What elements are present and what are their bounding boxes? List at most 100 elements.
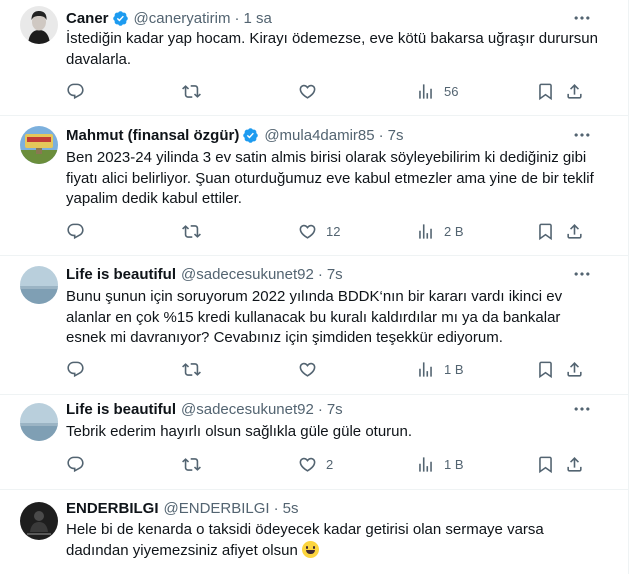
avatar[interactable] (20, 502, 58, 540)
avatar[interactable] (20, 6, 58, 44)
views-button[interactable]: 56 (416, 81, 458, 101)
author-handle[interactable]: @caneryatirim (134, 10, 231, 27)
separator-dot: · (317, 400, 323, 418)
more-options-icon[interactable] (572, 125, 592, 145)
author-handle[interactable]: @ENDERBILGI (164, 500, 270, 517)
tweet-header: Life is beautiful @sadecesukunet92 · 7s (66, 264, 588, 284)
tweet-text: Ben 2023-24 yilinda 3 ev satin almis bir… (66, 149, 594, 207)
views-button[interactable]: 2 B (416, 221, 464, 241)
retweet-icon (182, 360, 201, 379)
reply-feed: Caner @caneryatirim · 1 sa İstediğin kad… (0, 0, 629, 574)
bookmark-icon (536, 455, 555, 474)
avatar[interactable] (20, 126, 58, 164)
heart-icon (298, 82, 317, 101)
reply-icon (66, 455, 85, 474)
retweet-button[interactable] (182, 454, 210, 474)
reply-button[interactable] (66, 81, 94, 101)
tweet-header: ENDERBILGI @ENDERBILGI · 5s (66, 498, 588, 518)
tweet-text: Tebrik ederim hayırlı olsun sağlıkla gül… (66, 423, 413, 440)
retweet-button[interactable] (182, 359, 210, 379)
bookmark-icon (536, 82, 555, 101)
like-button[interactable]: 2 (298, 454, 333, 474)
tweet-text: Hele bi de kenarda o taksidi ödeyecek ka… (66, 520, 598, 561)
tweet-header: Caner @caneryatirim · 1 sa (66, 8, 588, 28)
more-options-icon[interactable] (572, 399, 592, 419)
share-button[interactable] (565, 454, 584, 474)
retweet-button[interactable] (182, 81, 210, 101)
more-options-icon[interactable] (572, 8, 592, 28)
heart-icon (298, 360, 317, 379)
retweet-icon (182, 222, 201, 241)
bookmark-button[interactable] (536, 454, 555, 474)
separator-dot: · (317, 265, 323, 283)
grinning-face-emoji-icon (301, 540, 319, 558)
views-chart-icon (416, 222, 435, 241)
author-handle[interactable]: @mula4damir85 (264, 127, 374, 144)
bookmark-button[interactable] (536, 221, 555, 241)
reply-button[interactable] (66, 454, 94, 474)
action-bar: 12 2 B (66, 221, 586, 241)
like-button[interactable] (298, 359, 326, 379)
reply-tweet[interactable]: Caner @caneryatirim · 1 sa İstediğin kad… (0, 0, 628, 116)
like-button[interactable]: 12 (298, 221, 340, 241)
bookmark-button[interactable] (536, 81, 555, 101)
timestamp[interactable]: 5s (283, 500, 299, 517)
share-button[interactable] (565, 81, 584, 101)
avatar-photo-icon (20, 502, 58, 540)
view-count: 1 B (444, 456, 464, 472)
retweet-button[interactable] (182, 221, 210, 241)
bookmark-button[interactable] (536, 359, 555, 379)
separator-dot: · (234, 9, 240, 27)
timestamp[interactable]: 7s (388, 127, 404, 144)
tweet-header: Life is beautiful @sadecesukunet92 · 7s (66, 399, 588, 419)
tweet-header: Mahmut (finansal özgür) @mula4damir85 · … (66, 125, 588, 145)
views-chart-icon (416, 82, 435, 101)
reply-tweet[interactable]: ENDERBILGI @ENDERBILGI · 5s Hele bi de k… (0, 490, 628, 574)
avatar-photo-icon (20, 266, 58, 304)
avatar-photo-icon (20, 403, 58, 441)
timestamp[interactable]: 7s (327, 401, 343, 418)
action-bar: 56 (66, 81, 586, 101)
timestamp[interactable]: 7s (327, 266, 343, 283)
author-name[interactable]: Mahmut (finansal özgür) (66, 127, 239, 144)
avatar[interactable] (20, 266, 58, 304)
share-icon (565, 455, 584, 474)
share-icon (565, 360, 584, 379)
action-bar: 2 1 B (66, 454, 586, 474)
author-name[interactable]: ENDERBILGI (66, 500, 159, 517)
separator-dot: · (378, 126, 384, 144)
views-chart-icon (416, 455, 435, 474)
separator-dot: · (273, 499, 279, 517)
avatar[interactable] (20, 403, 58, 441)
bookmark-icon (536, 360, 555, 379)
reply-tweet[interactable]: Life is beautiful @sadecesukunet92 · 7s … (0, 395, 628, 490)
author-name[interactable]: Life is beautiful (66, 401, 176, 418)
share-icon (565, 82, 584, 101)
view-count: 2 B (444, 223, 464, 239)
reply-button[interactable] (66, 221, 94, 241)
reply-button[interactable] (66, 359, 94, 379)
more-options-icon[interactable] (572, 264, 592, 284)
author-handle[interactable]: @sadecesukunet92 (181, 266, 314, 283)
view-count: 56 (444, 83, 459, 99)
reply-tweet[interactable]: Mahmut (finansal özgür) @mula4damir85 · … (0, 116, 628, 256)
like-button[interactable] (298, 81, 326, 101)
author-name[interactable]: Life is beautiful (66, 266, 176, 283)
reply-icon (66, 222, 85, 241)
bookmark-icon (536, 222, 555, 241)
views-button[interactable]: 1 B (416, 454, 464, 474)
reply-tweet[interactable]: Life is beautiful @sadecesukunet92 · 7s … (0, 256, 628, 395)
retweet-icon (182, 82, 201, 101)
views-button[interactable]: 1 B (416, 359, 464, 379)
author-name[interactable]: Caner (66, 10, 109, 27)
verified-badge-icon (112, 10, 129, 27)
timestamp[interactable]: 1 sa (243, 10, 271, 27)
share-button[interactable] (565, 221, 584, 241)
tweet-text: Bunu şunun için soruyorum 2022 yılında B… (66, 288, 563, 346)
share-icon (565, 222, 584, 241)
views-chart-icon (416, 360, 435, 379)
like-count: 12 (326, 223, 341, 239)
share-button[interactable] (565, 359, 584, 379)
author-handle[interactable]: @sadecesukunet92 (181, 401, 314, 418)
like-count: 2 (326, 456, 334, 472)
